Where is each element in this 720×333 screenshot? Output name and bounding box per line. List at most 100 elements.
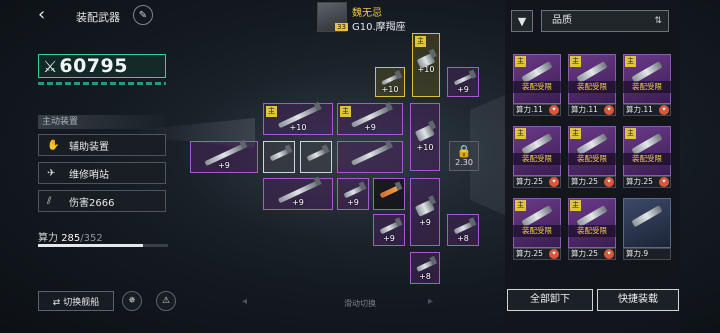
weapon-slot[interactable]: +10 bbox=[410, 103, 440, 171]
combat-power-value: 60795 bbox=[59, 55, 128, 77]
inventory-card[interactable]: 主装配受限 算力.11 ✦ bbox=[623, 54, 671, 116]
weapon-slot[interactable]: +9 bbox=[410, 178, 440, 246]
weapon-slot[interactable] bbox=[263, 141, 295, 173]
main-tag: 主 bbox=[570, 200, 581, 211]
formation-icon[interactable]: ✵ bbox=[122, 291, 142, 311]
main-tag: 主 bbox=[515, 200, 526, 211]
compute-progress-bar bbox=[38, 244, 168, 247]
weapon-slot[interactable]: +10 bbox=[375, 67, 405, 97]
ammo-slot[interactable] bbox=[300, 141, 332, 173]
card-power-value: 算力.25 bbox=[571, 249, 598, 258]
inventory-card[interactable]: 主装配受限 算力.11 ✦ bbox=[568, 54, 616, 116]
main-tag: 主 bbox=[340, 106, 351, 117]
gear-icon: ✦ bbox=[549, 177, 559, 187]
back-icon[interactable]: ‹ bbox=[38, 6, 56, 24]
lock-icon: 🔒 bbox=[456, 144, 472, 158]
alert-icon[interactable]: ⚠ bbox=[156, 291, 176, 311]
lock-value: 2.30 bbox=[455, 158, 473, 167]
card-power: 算力.25 ✦ bbox=[623, 176, 671, 188]
switch-ship-button[interactable]: ⇄ 切换舰船 bbox=[38, 291, 114, 311]
ship-class: G10.摩羯座 bbox=[352, 22, 406, 33]
gear-icon: ✦ bbox=[549, 249, 559, 259]
assist-device-button[interactable]: ✋ 辅助装置 bbox=[38, 134, 166, 156]
restriction-warning: 装配受限 bbox=[513, 81, 561, 93]
weapon-slot[interactable]: +9 bbox=[373, 214, 405, 246]
page-title: 装配武器 bbox=[76, 11, 120, 24]
slot-level: +10 bbox=[381, 85, 399, 94]
weapon-slot[interactable]: +9 bbox=[190, 141, 258, 173]
gear-icon: ✦ bbox=[659, 105, 669, 115]
weapon-slot[interactable] bbox=[337, 141, 403, 173]
restriction-warning: 装配受限 bbox=[513, 153, 561, 165]
inventory-card[interactable]: 算力.9 bbox=[623, 198, 671, 260]
card-power-value: 算力.25 bbox=[516, 249, 543, 258]
sort-toggle-icon: ⇅ bbox=[654, 16, 662, 26]
compute-progress-fill bbox=[38, 244, 144, 247]
damage-icon: ⫽ bbox=[47, 195, 52, 207]
edit-icon[interactable]: ✎ bbox=[133, 5, 153, 25]
repair-outpost-button[interactable]: ✈ 维修哨站 bbox=[38, 162, 166, 184]
weapon-icon bbox=[453, 222, 473, 235]
avatar-level-badge: 33 bbox=[335, 23, 348, 31]
special-module-slot[interactable] bbox=[373, 178, 405, 210]
weapon-slot[interactable]: +8 bbox=[447, 214, 479, 246]
inventory-card[interactable]: 主装配受限 算力.25 ✦ bbox=[623, 126, 671, 188]
weapon-slot[interactable]: 主 +9 bbox=[337, 103, 403, 135]
module-icon bbox=[379, 186, 399, 199]
sort-label: 品质 bbox=[552, 15, 572, 26]
inventory-card[interactable]: 主装配受限 算力.11 ✦ bbox=[513, 54, 561, 116]
weapon-icon bbox=[414, 124, 436, 142]
inventory-card[interactable]: 主装配受限 算力.25 ✦ bbox=[568, 126, 616, 188]
weapon-icon bbox=[576, 205, 608, 228]
card-power-value: 算力.11 bbox=[626, 105, 653, 114]
card-power-value: 算力.25 bbox=[571, 177, 598, 186]
weapon-slot[interactable]: +9 bbox=[447, 67, 479, 97]
inventory-card[interactable]: 主装配受限算力.25 ✦ bbox=[513, 126, 561, 188]
card-power: 算力.25 ✦ bbox=[513, 176, 561, 188]
weapon-icon bbox=[521, 205, 553, 228]
weapon-icon bbox=[521, 133, 553, 156]
card-power: 算力.25 ✦ bbox=[568, 176, 616, 188]
damage-button[interactable]: ⫽ 伤害2666 bbox=[38, 190, 166, 212]
slot-level: +10 bbox=[416, 143, 434, 152]
slot-level: +9 bbox=[383, 234, 395, 243]
button-label: 辅助装置 bbox=[69, 141, 109, 153]
button-label: 维修哨站 bbox=[69, 169, 109, 181]
inventory-card[interactable]: 主装配受限 算力.25 ✦ bbox=[513, 198, 561, 260]
card-power-value: 算力.9 bbox=[626, 249, 649, 258]
button-label: 伤害2666 bbox=[69, 197, 115, 209]
inventory-card[interactable]: 主装配受限 算力.25 ✦ bbox=[568, 198, 616, 260]
unequip-all-button[interactable]: 全部卸下 bbox=[507, 289, 593, 311]
weapon-icon bbox=[269, 149, 289, 162]
card-power: 算力.11 ✦ bbox=[513, 104, 561, 116]
compute-current: 285 bbox=[61, 233, 81, 244]
weapon-slot[interactable]: 主 +10 bbox=[263, 103, 333, 135]
slot-level: +9 bbox=[292, 198, 304, 207]
main-tag: 主 bbox=[625, 128, 636, 139]
card-power-value: 算力.25 bbox=[626, 177, 653, 186]
section-label-active-device: 主动装置 bbox=[38, 115, 166, 129]
weapon-slot[interactable]: 主 +10 bbox=[412, 33, 440, 97]
main-tag: 主 bbox=[625, 56, 636, 67]
compute-label-text: 算力 bbox=[38, 233, 58, 244]
filter-icon[interactable]: ▼ bbox=[511, 10, 533, 32]
card-power: 算力.11 ✦ bbox=[568, 104, 616, 116]
card-power: 算力.11 ✦ bbox=[623, 104, 671, 116]
main-tag: 主 bbox=[515, 128, 526, 139]
slot-level: +9 bbox=[419, 218, 431, 227]
quick-equip-button[interactable]: 快捷装载 bbox=[597, 289, 679, 311]
drone-icon: ✈ bbox=[47, 167, 56, 179]
card-art bbox=[623, 198, 671, 248]
weapon-slot[interactable]: +9 bbox=[337, 178, 369, 210]
weapon-slot[interactable]: +9 bbox=[263, 178, 333, 210]
combat-power: ⚔ 60795 bbox=[38, 54, 166, 78]
locked-slot[interactable]: 🔒 2.30 bbox=[449, 141, 479, 171]
compute-max: /352 bbox=[80, 233, 103, 244]
slot-level: +8 bbox=[419, 272, 431, 281]
turret-icon bbox=[306, 149, 326, 162]
main-tag: 主 bbox=[415, 36, 426, 47]
captain-name: 魏无忌 bbox=[352, 8, 382, 19]
weapon-slot[interactable]: +8 bbox=[410, 252, 440, 284]
quality-sort-select[interactable]: 品质 ⇅ bbox=[541, 10, 669, 32]
card-power-value: 算力.11 bbox=[516, 105, 543, 114]
